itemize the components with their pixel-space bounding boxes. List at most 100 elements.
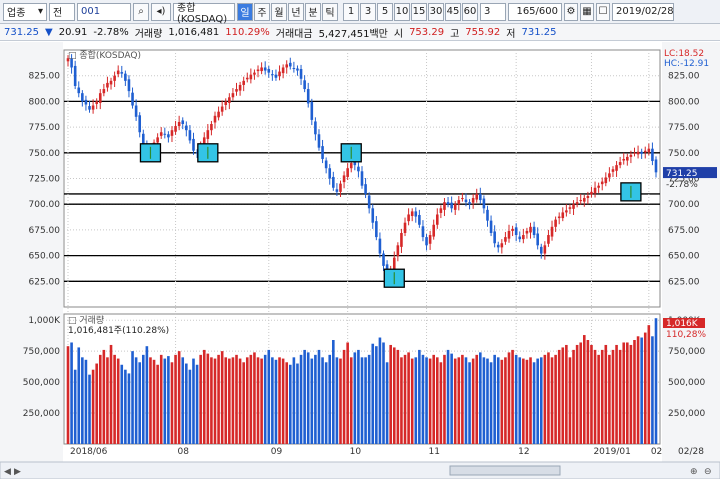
minute-select[interactable]: 3 xyxy=(480,2,506,21)
volume-bar xyxy=(375,346,378,444)
bottom-scrollbar xyxy=(0,461,720,480)
settings-icon[interactable]: ⚙ xyxy=(564,2,578,21)
candle-body xyxy=(249,74,253,80)
period-tab-0[interactable]: 일 xyxy=(237,2,253,21)
volume-bar xyxy=(575,344,579,444)
volume-bar xyxy=(446,349,450,444)
candle-body xyxy=(192,138,195,151)
x-tick-label: 08 xyxy=(178,447,190,457)
candle-body xyxy=(253,72,256,75)
minute-tab-15[interactable]: 15 xyxy=(411,2,427,21)
candle-body xyxy=(626,156,629,161)
period-tab-2[interactable]: 월 xyxy=(271,2,287,21)
candle-body xyxy=(324,160,328,169)
volume-bar xyxy=(414,357,418,444)
candle-body xyxy=(260,67,263,72)
market-select[interactable]: 업종 ▾ xyxy=(3,2,47,21)
volume-bar xyxy=(109,344,113,444)
volume-bar xyxy=(439,362,443,444)
volume-bar xyxy=(353,352,357,444)
price-y-tick-left: 775.00 xyxy=(29,123,61,133)
count-field[interactable]: 165/600 xyxy=(508,2,562,21)
search-icon[interactable]: ⌕ xyxy=(133,2,149,21)
volume-bar xyxy=(525,359,529,444)
volume-bar xyxy=(271,357,274,444)
amount-label: 거래대금 xyxy=(275,28,313,40)
minute-tab-3[interactable]: 3 xyxy=(360,2,376,21)
minute-tab-45[interactable]: 45 xyxy=(445,2,461,21)
candle-body xyxy=(339,183,342,192)
candle-body xyxy=(382,253,385,266)
price-y-tick-right: 750.00 xyxy=(668,149,700,159)
volume-bar xyxy=(640,337,643,444)
period-tab-3[interactable]: 년 xyxy=(288,2,304,21)
candle-body xyxy=(565,210,568,213)
hc-label: HC:-12.91 xyxy=(664,59,709,69)
candle-body xyxy=(238,84,242,91)
volume-bar xyxy=(536,358,539,444)
price-y-tick-right: 625.00 xyxy=(668,277,700,287)
candle-body xyxy=(288,62,292,67)
volume-bar xyxy=(274,359,278,444)
volume-bar xyxy=(428,358,432,444)
volume-bar xyxy=(554,354,557,444)
code-input[interactable]: 001 xyxy=(77,2,131,21)
period-tab-5[interactable]: 틱 xyxy=(322,2,338,21)
candle-body xyxy=(278,71,281,77)
candle-body xyxy=(464,199,468,203)
type-select[interactable]: 전 xyxy=(49,2,75,21)
candle-body xyxy=(102,89,106,94)
candle-body xyxy=(188,130,192,141)
minute-tab-1[interactable]: 1 xyxy=(343,2,359,21)
volume-bar xyxy=(568,357,572,444)
candle-body xyxy=(131,92,134,106)
candle-body xyxy=(109,80,113,85)
period-tab-4[interactable]: 분 xyxy=(305,2,321,21)
candle-body xyxy=(572,204,575,209)
candle-body xyxy=(403,222,407,233)
volume-bar xyxy=(288,364,292,444)
x-tick-label: 10 xyxy=(350,447,362,457)
candle-body xyxy=(643,150,647,153)
grid-icon[interactable]: ▦ xyxy=(580,2,594,21)
down-triangle-icon: ▼ xyxy=(45,26,53,38)
name-field: 종합(KOSDAQ) xyxy=(173,2,235,25)
volume-bar xyxy=(590,344,593,444)
volume-bar xyxy=(636,336,640,444)
volume-bar xyxy=(185,363,188,444)
minute-tab-60[interactable]: 60 xyxy=(462,2,478,21)
speaker-icon[interactable]: ◂) xyxy=(151,2,171,21)
candle-body xyxy=(378,238,382,254)
volume-bar xyxy=(188,369,192,444)
volume-bar xyxy=(231,357,235,444)
minute-tab-10[interactable]: 10 xyxy=(394,2,410,21)
volume-y-tick-left: 250,000 xyxy=(23,409,60,419)
candle-body xyxy=(375,221,378,238)
period-tab-1[interactable]: 주 xyxy=(254,2,270,21)
price-volume-chart[interactable]: 825.00 825.00 800.00 800.00 775.00 775.00 750.… xyxy=(0,42,720,480)
price-infobar: 731.25 ▼ 20.91 -2.78% 거래량 1,016,481 110.… xyxy=(0,24,720,41)
minute-tab-30[interactable]: 30 xyxy=(428,2,444,21)
volume-bar xyxy=(489,362,493,444)
minute-tab-5[interactable]: 5 xyxy=(377,2,393,21)
volume-bar xyxy=(626,342,629,444)
candle-body xyxy=(245,77,249,80)
volume-bar xyxy=(493,354,496,444)
volume-bar xyxy=(84,359,88,444)
candle-body xyxy=(299,69,303,79)
checkbox-icon[interactable]: ☐ xyxy=(596,2,610,21)
chevron-down-icon: ▾ xyxy=(37,6,43,17)
candle-body xyxy=(586,195,590,199)
volume-bar xyxy=(213,358,217,444)
volume-bar xyxy=(615,344,618,444)
volume-bar xyxy=(608,354,611,444)
volume-pane-title: □ 거래량 xyxy=(68,314,104,326)
candle-body xyxy=(514,227,518,236)
date-field[interactable]: 2019/02/28 xyxy=(612,2,674,21)
price-y-tick-left: 800.00 xyxy=(29,97,61,107)
candle-body xyxy=(124,73,127,81)
amount-value: 5,427,451백만 xyxy=(318,28,388,40)
candle-body xyxy=(174,126,177,132)
candle-body xyxy=(493,231,496,244)
candle-body xyxy=(507,230,511,239)
